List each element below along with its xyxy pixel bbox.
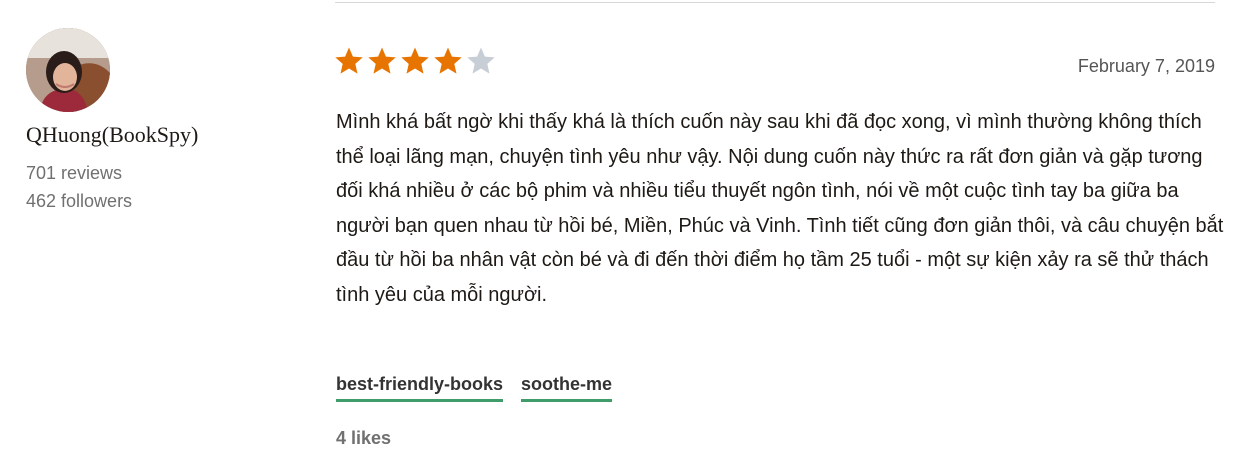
- star-empty-icon: [467, 47, 495, 74]
- star-filled-icon: [368, 47, 396, 74]
- star-filled-icon: [434, 47, 462, 74]
- likes-count[interactable]: 4 likes: [336, 428, 391, 449]
- shelf-tag[interactable]: best-friendly-books: [336, 374, 504, 402]
- star-filled-icon: [401, 47, 429, 74]
- avatar-photo: [26, 28, 110, 112]
- reviewer-follower-count: 462 followers: [26, 191, 133, 211]
- shelf-tag[interactable]: soothe-me: [521, 374, 613, 402]
- review-text: Mình khá bất ngờ khi thấy khá là thích c…: [336, 111, 1224, 306]
- reviewer-review-count: 701 reviews: [26, 163, 123, 183]
- review-date[interactable]: February 7, 2019: [1078, 56, 1215, 77]
- top-divider: [335, 2, 1215, 3]
- avatar[interactable]: [26, 28, 110, 112]
- shelf-tags: best-friendly-books soothe-me: [336, 374, 613, 402]
- star-filled-icon: [335, 47, 363, 74]
- reviewer-name[interactable]: QHuong(BookSpy): [26, 122, 198, 148]
- star-rating: [334, 46, 496, 76]
